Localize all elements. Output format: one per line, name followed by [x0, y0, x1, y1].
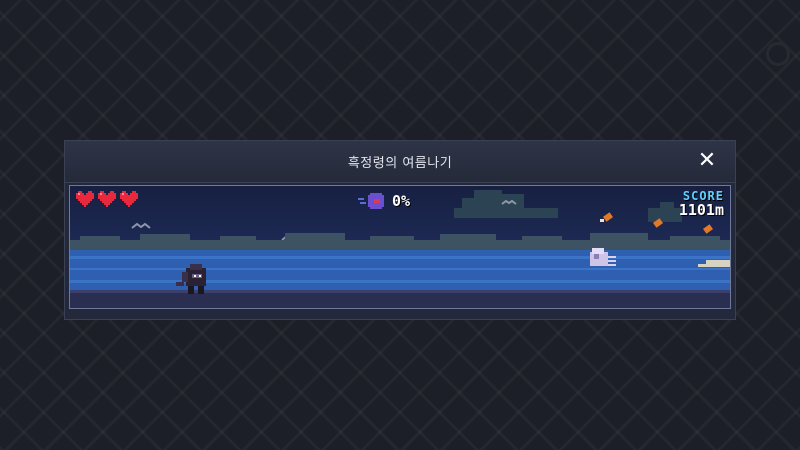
score-value: 1101m — [678, 201, 724, 219]
storm-cloud — [454, 190, 558, 218]
corner-ring-decoration — [766, 42, 790, 66]
modal-header: 흑정령의 여름나기 ✕ — [65, 141, 735, 183]
cloud-bank — [70, 233, 730, 252]
modal-title: 흑정령의 여름나기 — [347, 156, 453, 171]
game-modal: 흑정령의 여름나기 ✕ 0% SCORE 1101m — [64, 140, 736, 320]
heart-icon — [98, 191, 116, 207]
drumstick-item — [703, 224, 713, 234]
progress-indicator: 0% — [358, 191, 410, 211]
heart-icon — [76, 191, 94, 207]
close-icon[interactable]: ✕ — [693, 147, 721, 175]
spirit-progress-icon — [358, 193, 384, 209]
game-canvas[interactable]: 0% SCORE 1101m — [69, 185, 731, 309]
lives-display — [76, 191, 138, 207]
progress-percent: 0% — [392, 192, 411, 210]
heart-icon — [120, 191, 138, 207]
small-cloud — [648, 202, 682, 222]
score-display: SCORE 1101m — [679, 189, 724, 219]
drumstick-item — [600, 212, 613, 222]
